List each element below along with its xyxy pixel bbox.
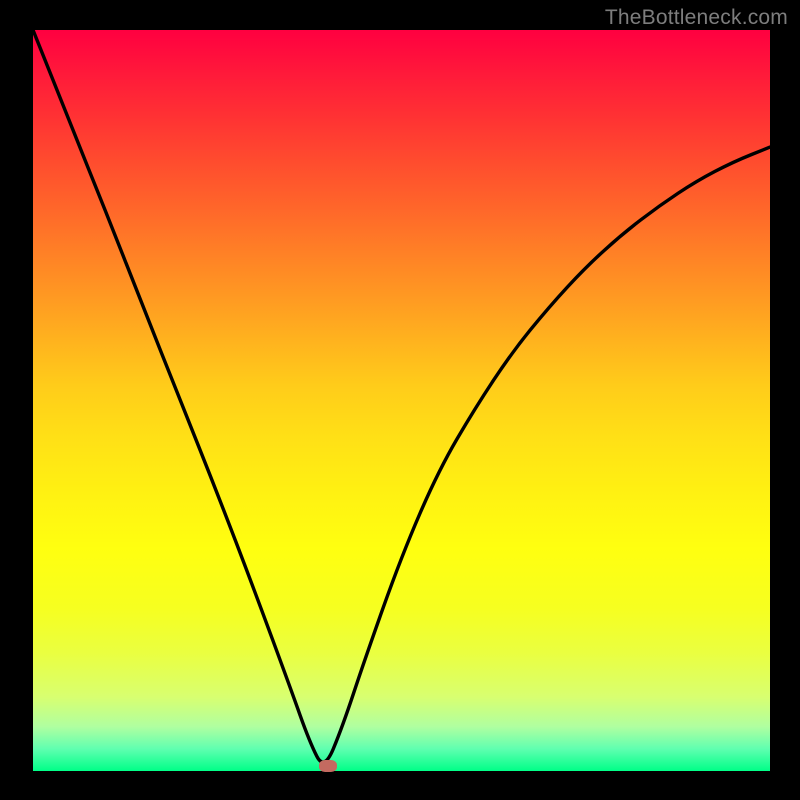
chart-curve-layer — [33, 30, 770, 771]
optimum-marker — [319, 760, 337, 772]
bottleneck-curve — [33, 30, 770, 762]
chart-frame: TheBottleneck.com — [0, 0, 800, 800]
watermark-text: TheBottleneck.com — [605, 6, 788, 30]
